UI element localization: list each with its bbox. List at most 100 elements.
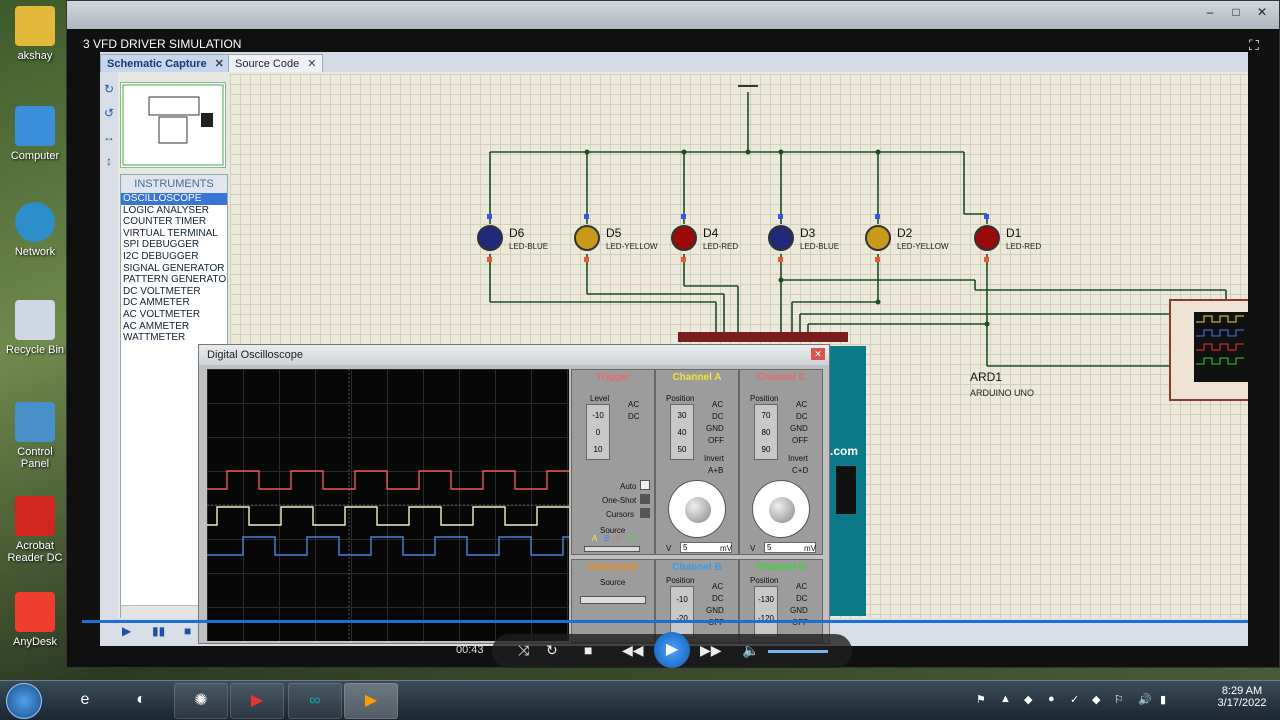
instrument-item[interactable]: PATTERN GENERATO [121, 274, 227, 286]
channel-a-sum[interactable]: A+B [708, 466, 723, 475]
previous-icon[interactable]: ◀◀ [622, 642, 644, 659]
auto-toggle[interactable] [640, 480, 650, 490]
cursors-toggle[interactable] [640, 508, 650, 518]
channel-c-ac[interactable]: AC [796, 400, 807, 409]
step-sim-icon[interactable]: ▮▮ [152, 624, 166, 638]
close-tab-icon[interactable]: ✕ [307, 58, 316, 70]
tray-check-icon[interactable]: ✓ [1070, 693, 1084, 707]
instrument-item[interactable]: SPI DEBUGGER [121, 239, 227, 251]
source-slider[interactable] [584, 546, 640, 552]
tray-network-icon[interactable]: ◆ [1024, 693, 1038, 707]
channel-c-sum[interactable]: C+D [792, 466, 808, 475]
tray-signal-icon[interactable]: ▮ [1160, 693, 1174, 707]
rotate-cw-icon[interactable]: ↻ [102, 82, 116, 96]
channel-c-position-spinner[interactable]: 70 80 90 [754, 404, 778, 460]
taskbar-youtube-icon[interactable]: ▶ [230, 683, 284, 719]
source-b[interactable]: B [604, 534, 609, 543]
play-sim-icon[interactable]: ▶ [122, 624, 136, 638]
tab-source-code[interactable]: Source Code ✕ [228, 54, 324, 72]
source-d[interactable]: D [628, 534, 634, 543]
instrument-item[interactable]: DC VOLTMETER [121, 286, 227, 298]
close-tab-icon[interactable]: ✕ [215, 58, 224, 70]
tray-icon-4[interactable]: ● [1048, 693, 1062, 707]
channel-b-gnd[interactable]: GND [706, 606, 724, 615]
tray-volume-icon[interactable]: 🔊 [1138, 693, 1152, 707]
source-c[interactable]: C [616, 534, 622, 543]
trigger-level-spinner[interactable]: -10 0 10 [586, 404, 610, 460]
channel-a-position-spinner[interactable]: 30 40 50 [670, 404, 694, 460]
tray-flag-icon[interactable]: ⚐ [1114, 693, 1128, 707]
channel-c-gnd[interactable]: GND [790, 424, 808, 433]
channel-c-dc[interactable]: DC [796, 412, 808, 421]
instrument-item[interactable]: AC VOLTMETER [121, 309, 227, 321]
taskbar-ie-icon[interactable]: e [58, 683, 112, 719]
oneshot-toggle[interactable] [640, 494, 650, 504]
led-d6[interactable] [477, 225, 503, 251]
channel-d-gnd[interactable]: GND [790, 606, 808, 615]
instrument-item[interactable]: SIGNAL GENERATOR [121, 263, 227, 275]
close-icon[interactable]: ✕ [1249, 3, 1275, 21]
repeat-icon[interactable]: ↻ [546, 642, 558, 659]
led-d2[interactable] [865, 225, 891, 251]
instrument-item[interactable]: AC AMMETER [121, 321, 227, 333]
channel-d-dc[interactable]: DC [796, 594, 808, 603]
led-d4[interactable] [671, 225, 697, 251]
overview-preview[interactable] [120, 82, 226, 168]
channel-c-invert[interactable]: Invert [788, 454, 808, 463]
desktop-icon-recycle-bin[interactable]: Recycle Bin [4, 300, 66, 356]
seek-bar[interactable] [82, 620, 1248, 623]
source-a[interactable]: A [592, 534, 597, 543]
clock[interactable]: 8:29 AM 3/17/2022 [1212, 685, 1272, 709]
channel-b-ac[interactable]: AC [712, 582, 723, 591]
channel-a-invert[interactable]: Invert [704, 454, 724, 463]
instrument-item[interactable]: LOGIC ANALYSER [121, 205, 227, 217]
taskbar-arduino-icon[interactable]: ∞ [288, 683, 342, 719]
desktop-icon-acrobat[interactable]: Acrobat Reader DC [4, 496, 66, 564]
channel-c-volts-knob[interactable] [752, 480, 810, 538]
stop-icon[interactable]: ■ [584, 642, 592, 658]
horizontal-source-slider[interactable] [580, 596, 646, 604]
shuffle-icon[interactable]: ⤨ [518, 642, 529, 659]
desktop-icon-computer[interactable]: Computer [4, 106, 66, 162]
digital-oscilloscope[interactable]: Digital Oscilloscope ✕ Trigger Level -10… [198, 344, 830, 644]
taskbar-edge-icon[interactable]: ◐ [114, 683, 168, 719]
desktop-icon-anydesk[interactable]: AnyDesk [4, 592, 66, 648]
tab-schematic-capture[interactable]: Schematic Capture ✕ [100, 54, 231, 72]
tray-anydesk-icon[interactable]: ◆ [1092, 693, 1106, 707]
tray-drive-icon[interactable]: ▲ [1000, 693, 1014, 707]
channel-b-dc[interactable]: DC [712, 594, 724, 603]
maximize-icon[interactable]: □ [1223, 3, 1249, 21]
led-d1[interactable] [974, 225, 1000, 251]
play-button[interactable]: ▶ [654, 632, 690, 668]
instrument-item[interactable]: VIRTUAL TERMINAL [121, 228, 227, 240]
start-button[interactable] [6, 683, 42, 719]
channel-a-gnd[interactable]: GND [706, 424, 724, 433]
minimize-icon[interactable]: – [1197, 3, 1223, 21]
mirror-v-icon[interactable]: ↕ [102, 154, 116, 168]
fullscreen-icon[interactable]: ⛶ [1249, 37, 1265, 53]
instrument-item[interactable]: OSCILLOSCOPE [121, 193, 227, 205]
instrument-item[interactable]: DC AMMETER [121, 297, 227, 309]
led-d3[interactable] [768, 225, 794, 251]
led-d5[interactable] [574, 225, 600, 251]
instrument-item[interactable]: I2C DEBUGGER [121, 251, 227, 263]
volume-icon[interactable]: 🔈 [742, 642, 759, 659]
next-icon[interactable]: ▶▶ [700, 642, 722, 659]
channel-d-ac[interactable]: AC [796, 582, 807, 591]
instrument-item[interactable]: WATTMETER [121, 332, 227, 344]
channel-a-dc[interactable]: DC [712, 412, 724, 421]
channel-b-position-spinner[interactable]: -10 -20 [670, 586, 694, 638]
desktop-icon-akshay[interactable]: akshay [4, 6, 66, 62]
channel-a-ac[interactable]: AC [712, 400, 723, 409]
channel-a-volts-knob[interactable] [668, 480, 726, 538]
rotate-ccw-icon[interactable]: ↺ [102, 106, 116, 120]
taskbar-proteus-icon[interactable]: ✺ [174, 683, 228, 719]
instrument-item[interactable]: COUNTER TIMER [121, 216, 227, 228]
close-icon[interactable]: ✕ [811, 348, 825, 360]
channel-c-off[interactable]: OFF [792, 436, 808, 445]
tray-icon-1[interactable]: ⚑ [976, 693, 990, 707]
volume-slider[interactable] [768, 650, 828, 653]
desktop-icon-network[interactable]: Network [4, 202, 66, 258]
taskbar-media-player-icon[interactable]: ▶ [344, 683, 398, 719]
channel-a-off[interactable]: OFF [708, 436, 724, 445]
